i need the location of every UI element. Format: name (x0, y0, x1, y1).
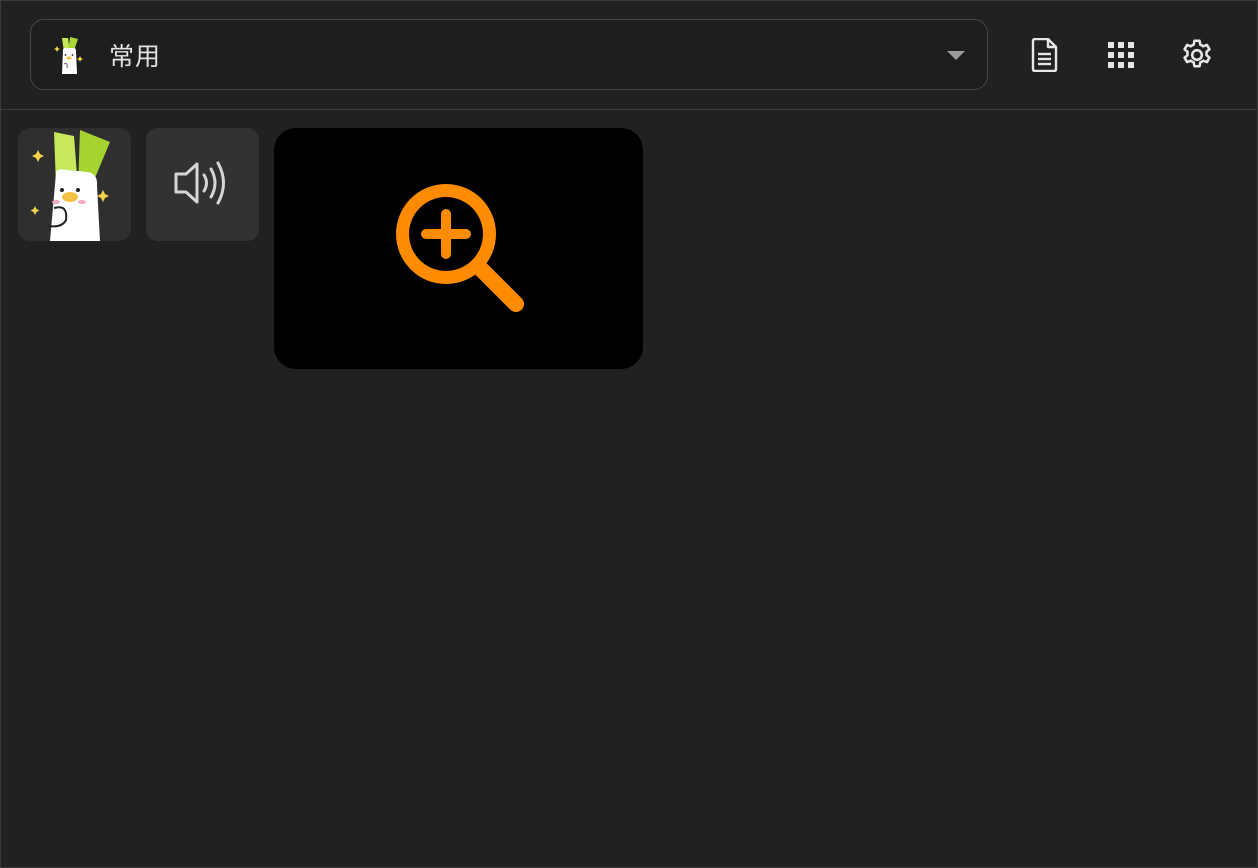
leek-mascot-icon (53, 36, 87, 76)
category-dropdown[interactable]: 常用 (30, 19, 988, 90)
speaker-icon (173, 157, 233, 213)
document-icon (1030, 38, 1058, 72)
grid-apps-icon (1108, 42, 1134, 68)
top-bar: 常用 (1, 1, 1257, 110)
apps-grid-button[interactable] (1099, 33, 1143, 77)
sound-tile[interactable] (146, 128, 259, 241)
app-window: 常用 (0, 0, 1258, 868)
gear-icon (1179, 37, 1215, 73)
add-sound-tile[interactable] (274, 128, 643, 369)
category-label: 常用 (109, 42, 162, 71)
settings-button[interactable] (1175, 33, 1219, 77)
leek-mascot-icon (18, 130, 131, 241)
sticker-tile[interactable] (18, 128, 131, 241)
document-button[interactable] (1022, 33, 1066, 77)
caret-down-icon (947, 51, 965, 60)
zoom-plus-icon (384, 172, 534, 326)
